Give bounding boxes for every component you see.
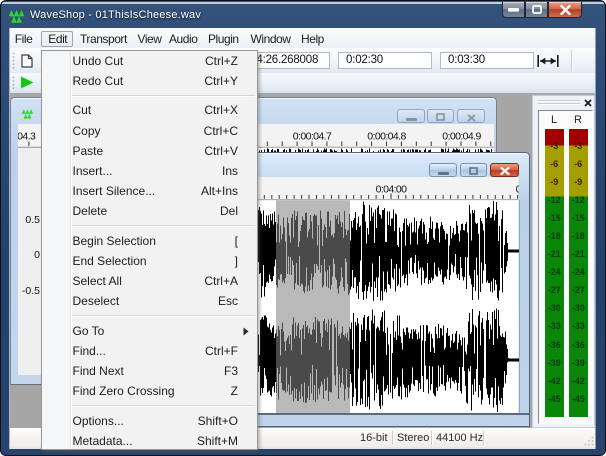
svg-text:0:00:04.7: 0:00:04.7: [293, 131, 332, 143]
svg-text:0:00:04.9: 0:00:04.9: [442, 131, 481, 143]
svg-text:0:04:30: 0:04:30: [516, 183, 519, 195]
svg-text:0:00:04.3: 0:00:04.3: [18, 131, 36, 143]
svg-text:0:00:04.8: 0:00:04.8: [367, 131, 406, 143]
